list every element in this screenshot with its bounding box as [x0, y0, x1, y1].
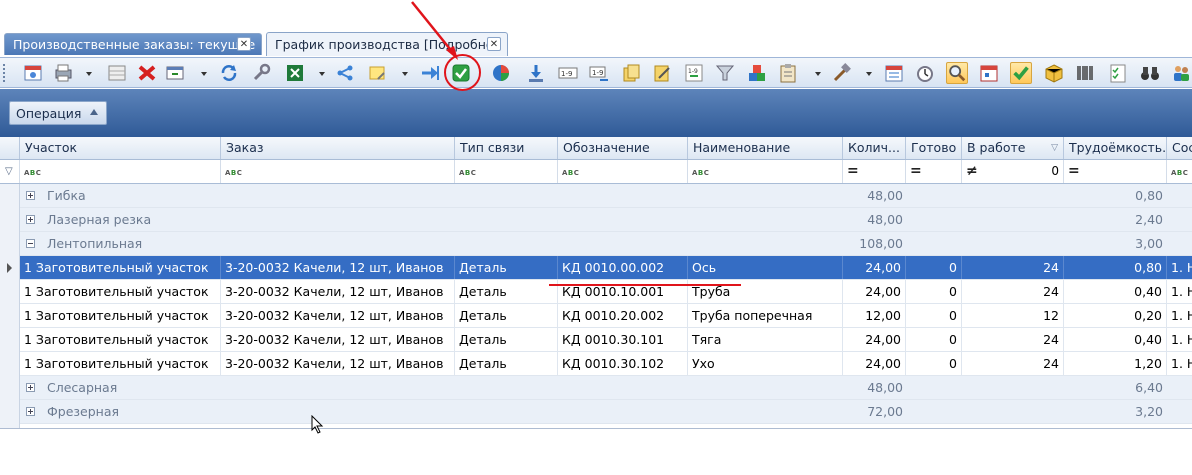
- annotation-circle: [444, 54, 481, 91]
- mouse-cursor-icon: [311, 415, 324, 434]
- annotation-arrow: [411, 1, 458, 60]
- annotation-underline: [549, 284, 741, 286]
